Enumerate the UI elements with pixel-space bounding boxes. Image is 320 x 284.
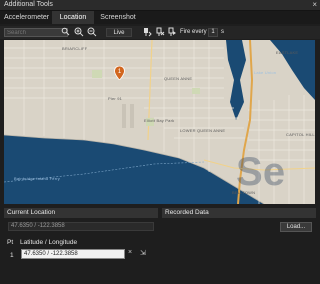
move-point-icon[interactable]: ⇲	[140, 249, 146, 257]
map-view[interactable]: BRIARCLIFF QUEEN ANNE Lake Union LOWER Q…	[4, 40, 315, 204]
tab-bar: Accelerometer Location Screenshot	[0, 11, 320, 24]
fire-every-label: Fire every	[180, 29, 207, 35]
tab-location[interactable]: Location	[52, 11, 94, 24]
column-header-latlon: Latitude / Longitude	[20, 239, 78, 246]
zoom-in-icon[interactable]	[74, 27, 84, 38]
latlon-field[interactable]: 47.6350 / -122.3858	[21, 249, 125, 259]
map-label: EASTLAKE	[276, 50, 299, 55]
fire-interval-input[interactable]: 1	[208, 28, 218, 37]
title-bar: Additional Tools ×	[0, 0, 320, 11]
recorded-data-panel: Recorded Data Load...	[162, 208, 316, 280]
mode-select[interactable]: Live	[106, 28, 132, 37]
map-label: CAPITOL HILL	[286, 132, 315, 137]
remove-point-icon[interactable]: ×	[128, 249, 132, 256]
map-toolbar: Live Fire every 1 s	[0, 26, 320, 39]
play-route-icon[interactable]	[167, 27, 177, 38]
search-icon[interactable]	[60, 27, 70, 38]
clear-points-icon[interactable]	[155, 27, 165, 38]
tab-screenshot[interactable]: Screenshot	[98, 11, 138, 24]
tab-accelerometer[interactable]: Accelerometer	[4, 11, 49, 24]
window-title: Additional Tools	[4, 1, 53, 8]
map-label: Lake Union	[254, 70, 277, 75]
map-label: QUEEN ANNE	[164, 76, 193, 81]
pin-mode-icon[interactable]	[142, 27, 152, 38]
map-label: Pier 91	[108, 96, 123, 101]
search-input[interactable]	[4, 28, 68, 37]
map-label: Bainbridge Island Ferry	[14, 176, 60, 181]
location-pin-icon[interactable]: 1	[114, 66, 125, 80]
map-watermark: Se	[236, 150, 286, 194]
map-label: Elliott Bay Park	[144, 118, 175, 123]
zoom-out-icon[interactable]	[87, 27, 97, 38]
recorded-data-header: Recorded Data	[162, 208, 316, 218]
point-number: 1	[10, 252, 14, 259]
current-location-header: Current Location	[4, 208, 158, 218]
map-label: LOWER QUEEN ANNE	[180, 128, 226, 133]
current-location-value: 47.6350 / -122.3858	[8, 222, 154, 231]
column-header-pt: Pt	[7, 239, 14, 246]
close-icon[interactable]: ×	[312, 0, 317, 9]
map-label: BRIARCLIFF	[62, 46, 88, 51]
load-button[interactable]: Load...	[280, 222, 312, 232]
fire-unit-label: s	[221, 29, 224, 35]
current-location-panel: Current Location 47.6350 / -122.3858 Pt …	[4, 208, 158, 280]
